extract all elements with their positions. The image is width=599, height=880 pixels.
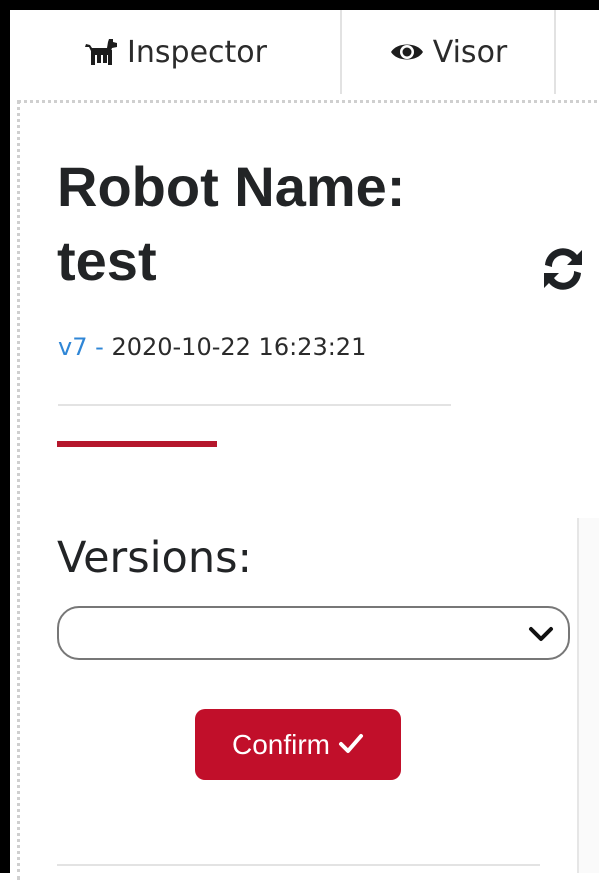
version-separator: - xyxy=(95,333,104,361)
robot-name-heading: Robot Name: xyxy=(57,155,406,218)
tab-visor-label: Visor xyxy=(432,34,508,70)
confirm-button[interactable]: Confirm xyxy=(195,709,401,780)
tab-bar: Inspector Visor xyxy=(10,10,599,94)
window-frame-left xyxy=(0,0,10,873)
divider xyxy=(58,404,451,406)
window-frame-top xyxy=(0,0,599,10)
tab-inspector[interactable]: Inspector xyxy=(10,10,342,94)
check-icon xyxy=(338,729,364,761)
divider-bottom xyxy=(57,864,540,866)
accent-divider xyxy=(57,441,217,447)
side-panel xyxy=(577,518,599,873)
eye-icon xyxy=(389,39,425,65)
confirm-button-label: Confirm xyxy=(231,728,330,760)
robot-name-value: test xyxy=(57,229,157,292)
robot-name-title: Robot Name: test xyxy=(57,150,527,298)
version-timestamp: 2020-10-22 16:23:21 xyxy=(111,333,367,361)
version-link[interactable]: v7 xyxy=(58,333,87,361)
refresh-icon[interactable] xyxy=(537,243,589,295)
chevron-down-icon xyxy=(528,623,554,645)
version-info: v7 - 2020-10-22 16:23:21 xyxy=(58,330,366,364)
tab-visor[interactable]: Visor xyxy=(342,10,556,94)
tab-inspector-label: Inspector xyxy=(127,34,267,70)
dog-icon xyxy=(83,37,119,67)
versions-label: Versions: xyxy=(57,533,253,583)
versions-select[interactable] xyxy=(57,606,570,660)
